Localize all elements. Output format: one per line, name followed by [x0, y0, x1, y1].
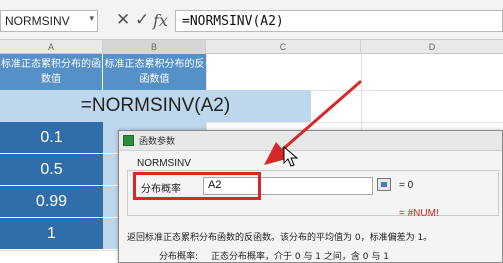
- function-description: 返回标准正态累积分布函数的反函数。该分布的平均值为 0，标准偏差为 1。: [127, 233, 433, 243]
- function-arguments-dialog: 函数参数 NORMSINV 分布概率 A2 = 0 = #NUM! 返回标准正态…: [118, 130, 503, 263]
- name-box[interactable]: NORMSINV ▾: [0, 10, 98, 32]
- param-help-label: 分布概率:: [159, 252, 199, 262]
- function-name: NORMSINV: [137, 158, 191, 169]
- function-icon[interactable]: fx: [153, 11, 168, 30]
- close-icon[interactable]: ✕: [116, 10, 130, 30]
- spreadsheet-app-icon: [123, 135, 134, 146]
- name-box-value: NORMSINV: [5, 14, 70, 28]
- cell-a-value[interactable]: 0.99: [0, 186, 103, 218]
- cell-a-value[interactable]: 1: [0, 218, 103, 250]
- formula-input[interactable]: =NORMSINV(A2): [175, 10, 503, 32]
- merged-formula-cell[interactable]: =NORMSINV(A2): [0, 90, 311, 122]
- cell-a-value[interactable]: 0.1: [0, 122, 103, 154]
- formula-result: = #NUM!: [399, 208, 439, 219]
- mouse-pointer-icon: [283, 146, 299, 167]
- param-help: 正态分布概率，介于 0 与 1 之间，含 0 与 1: [211, 252, 389, 262]
- collapse-dialog-icon-glyph: [381, 182, 387, 187]
- chevron-down-icon[interactable]: ▾: [89, 13, 94, 24]
- cell-b1-header[interactable]: 标准正态累积分布的反函数值: [103, 54, 206, 90]
- column-header-c[interactable]: C: [206, 40, 361, 54]
- cell-a1-header[interactable]: 标准正态累积分布的函数值: [0, 54, 103, 90]
- column-header-b[interactable]: B: [103, 40, 206, 54]
- column-header-a[interactable]: A: [0, 40, 103, 54]
- dialog-titlebar[interactable]: 函数参数: [119, 131, 502, 151]
- annotation-highlight-box: [133, 172, 261, 200]
- dialog-title: 函数参数: [139, 137, 176, 147]
- formula-bar: NORMSINV ▾ ✕ ✓ fx =NORMSINV(A2): [0, 0, 503, 40]
- param-result: = 0: [399, 180, 414, 191]
- column-header-d[interactable]: D: [361, 40, 503, 54]
- collapse-dialog-icon[interactable]: [377, 178, 391, 191]
- cell-a-value[interactable]: 0.5: [0, 154, 103, 186]
- column-headers: A B C D: [0, 40, 503, 54]
- check-icon[interactable]: ✓: [135, 10, 149, 30]
